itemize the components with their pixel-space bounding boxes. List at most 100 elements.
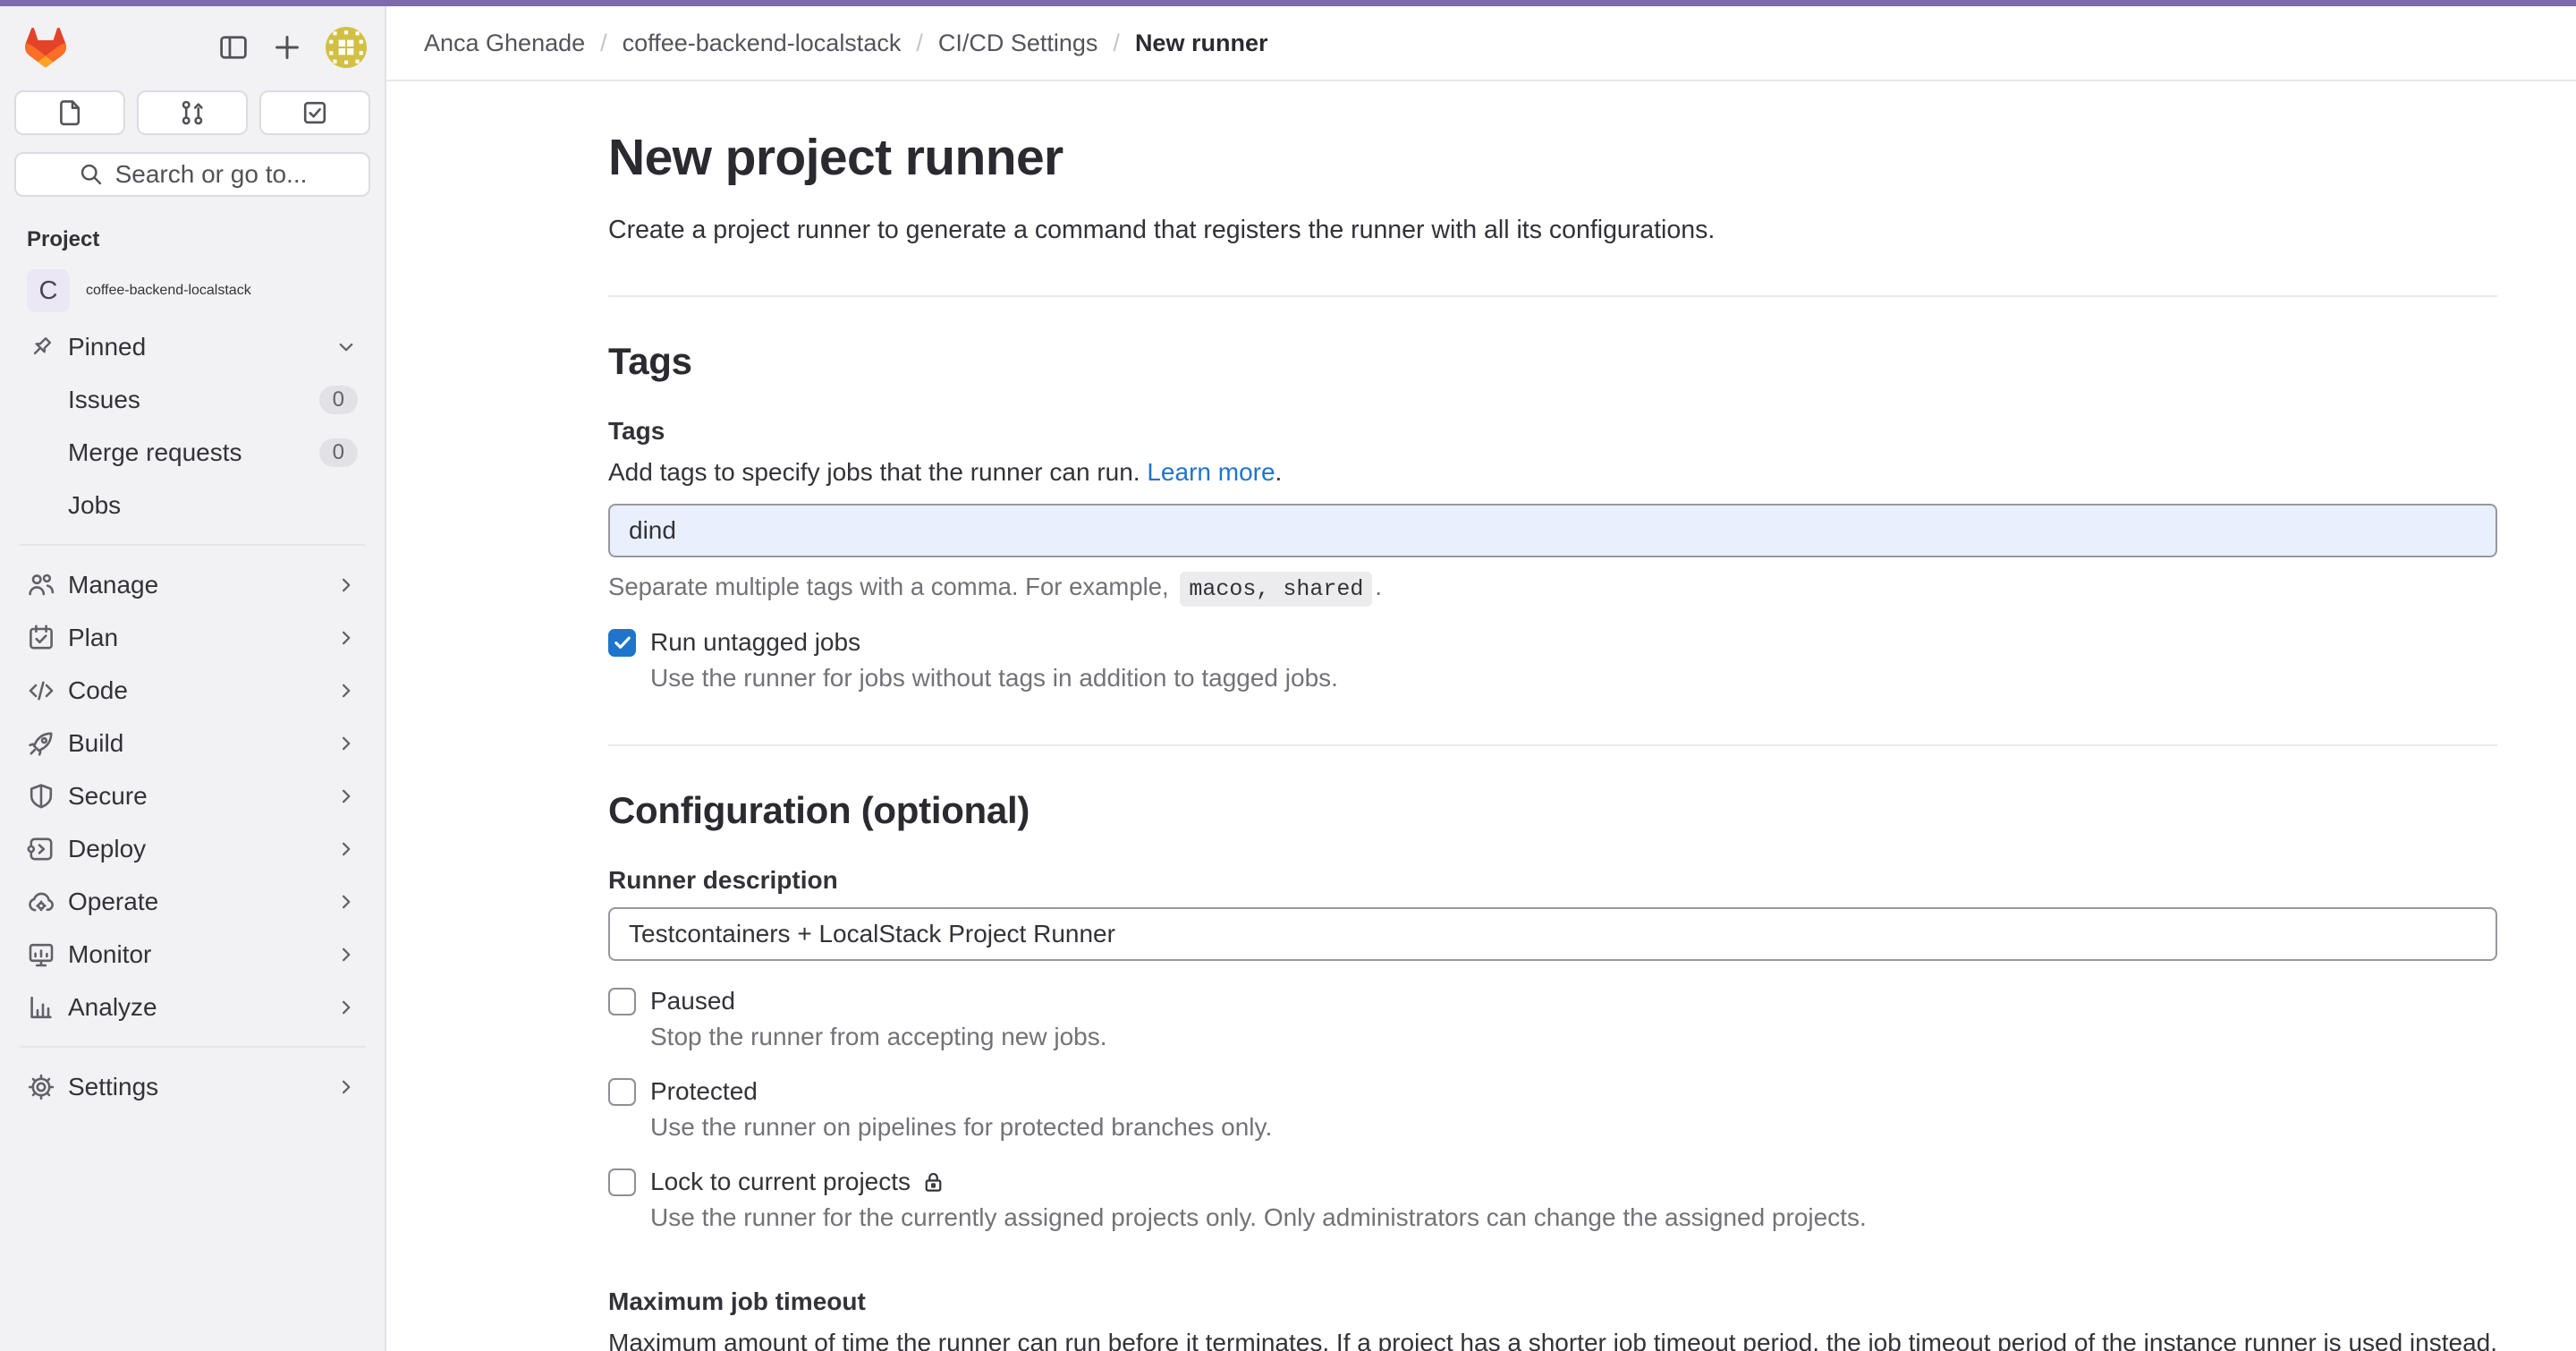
lock-icon: [921, 1170, 945, 1194]
tags-hint-suffix: .: [1375, 573, 1382, 600]
create-new-button[interactable]: [272, 32, 302, 63]
protected-description: Use the runner on pipelines for protecte…: [650, 1113, 2497, 1142]
tags-help-prefix: Add tags to specify jobs that the runner…: [608, 458, 1147, 486]
chevron-down-icon: [335, 336, 358, 359]
issues-label: Issues: [68, 386, 140, 414]
tags-section-heading: Tags: [608, 340, 2497, 383]
analyze-label: Analyze: [68, 993, 157, 1022]
search-icon: [78, 161, 105, 188]
sidebar-header: [14, 6, 370, 83]
search-placeholder: Search or go to...: [115, 160, 308, 189]
learn-more-link[interactable]: Learn more: [1147, 458, 1275, 486]
timeout-field-group: Maximum job timeout Maximum amount of ti…: [608, 1287, 2497, 1351]
jobs-label: Jobs: [68, 491, 121, 520]
issues-count-badge: 0: [319, 386, 358, 414]
cloud-gear-icon: [27, 888, 55, 916]
pin-icon: [27, 333, 55, 361]
sidebar-divider: [20, 1046, 365, 1048]
sidebar-item-deploy[interactable]: Deploy: [14, 822, 370, 875]
sidebar-item-secure[interactable]: Secure: [14, 769, 370, 822]
issues-shortcut-button[interactable]: [14, 90, 125, 135]
breadcrumb: Anca Ghenade / coffee-backend-localstack…: [386, 6, 2576, 81]
monitor-icon: [27, 940, 55, 969]
page-content: New project runner Create a project runn…: [386, 81, 2576, 1351]
sidebar-item-build[interactable]: Build: [14, 717, 370, 769]
manage-label: Manage: [68, 571, 158, 599]
lock-projects-description: Use the runner for the currently assigne…: [650, 1203, 2497, 1232]
protected-label[interactable]: Protected: [650, 1077, 758, 1106]
sidebar-item-analyze[interactable]: Analyze: [14, 981, 370, 1033]
chevron-right-icon: [335, 943, 358, 966]
operate-label: Operate: [68, 888, 158, 916]
tags-help-suffix: .: [1275, 458, 1283, 486]
chevron-right-icon: [335, 1075, 358, 1099]
code-label: Code: [68, 676, 128, 705]
browser-accent-bar: [0, 0, 2576, 6]
app-shell: Search or go to... Project C coffee-back…: [0, 6, 2576, 1351]
search-input[interactable]: Search or go to...: [14, 152, 370, 197]
lock-projects-label[interactable]: Lock to current projects: [650, 1168, 945, 1196]
deploy-icon: [27, 835, 55, 863]
breadcrumb-user[interactable]: Anca Ghenade: [424, 30, 585, 57]
section-divider: [608, 744, 2497, 746]
tags-hint: Separate multiple tags with a comma. For…: [608, 573, 2497, 602]
paused-description: Stop the runner from accepting new jobs.: [650, 1023, 2497, 1051]
run-untagged-description: Use the runner for jobs without tags in …: [650, 664, 2497, 692]
gear-icon: [27, 1073, 55, 1101]
lock-projects-checkbox[interactable]: [608, 1168, 636, 1196]
run-untagged-label[interactable]: Run untagged jobs: [650, 628, 860, 657]
tags-field-label: Tags: [608, 417, 2497, 446]
sidebar-item-pinned[interactable]: Pinned: [14, 320, 370, 373]
breadcrumb-separator: /: [600, 30, 607, 57]
chevron-right-icon: [335, 785, 358, 808]
sidebar-project-item[interactable]: C coffee-backend-localstack: [14, 261, 370, 320]
deploy-label: Deploy: [68, 835, 146, 863]
breadcrumb-separator: /: [916, 30, 923, 57]
sidebar-collapse-button[interactable]: [218, 32, 249, 63]
merge-requests-shortcut-button[interactable]: [137, 90, 248, 135]
rocket-icon: [27, 729, 55, 758]
breadcrumb-project[interactable]: coffee-backend-localstack: [623, 30, 902, 57]
sidebar-item-merge-requests[interactable]: Merge requests 0: [14, 426, 370, 479]
sidebar-item-issues[interactable]: Issues 0: [14, 373, 370, 426]
todos-shortcut-button[interactable]: [259, 90, 370, 135]
sidebar-item-monitor[interactable]: Monitor: [14, 928, 370, 981]
breadcrumb-cicd-settings[interactable]: CI/CD Settings: [938, 30, 1098, 57]
paused-label[interactable]: Paused: [650, 987, 735, 1015]
sidebar-item-code[interactable]: Code: [14, 664, 370, 717]
breadcrumb-new-runner: New runner: [1135, 30, 1268, 57]
runner-description-input[interactable]: [608, 907, 2497, 961]
tags-example-code: macos, shared: [1180, 572, 1372, 607]
secure-label: Secure: [68, 782, 148, 811]
lock-projects-row: Lock to current projects: [608, 1168, 2497, 1196]
timeout-description: Maximum amount of time the runner can ru…: [608, 1329, 2497, 1351]
run-untagged-checkbox[interactable]: [608, 629, 636, 657]
sidebar-item-operate[interactable]: Operate: [14, 875, 370, 928]
chevron-right-icon: [335, 890, 358, 913]
sidebar-item-settings[interactable]: Settings: [14, 1060, 370, 1113]
protected-checkbox[interactable]: [608, 1078, 636, 1106]
paused-checkbox[interactable]: [608, 988, 636, 1015]
chevron-right-icon: [335, 626, 358, 650]
sidebar-section-label: Project: [14, 227, 370, 252]
configuration-section-heading: Configuration (optional): [608, 789, 2497, 832]
sidebar-divider: [20, 544, 365, 546]
timeout-label: Maximum job timeout: [608, 1287, 2497, 1316]
gitlab-logo-icon[interactable]: [25, 27, 66, 68]
sidebar: Search or go to... Project C coffee-back…: [0, 6, 386, 1351]
merge-requests-count-badge: 0: [319, 438, 358, 467]
sidebar-item-plan[interactable]: Plan: [14, 611, 370, 664]
chevron-right-icon: [335, 996, 358, 1019]
tags-input[interactable]: [608, 504, 2497, 557]
lock-projects-label-text: Lock to current projects: [650, 1168, 911, 1196]
user-avatar[interactable]: [326, 27, 367, 68]
page-title: New project runner: [608, 128, 2497, 187]
section-divider: [608, 295, 2497, 297]
settings-label: Settings: [68, 1073, 158, 1101]
project-avatar: C: [27, 269, 70, 312]
shield-icon: [27, 782, 55, 811]
sidebar-item-jobs[interactable]: Jobs: [14, 479, 370, 531]
sidebar-shortcuts: [14, 90, 370, 135]
chevron-right-icon: [335, 732, 358, 755]
sidebar-item-manage[interactable]: Manage: [14, 558, 370, 611]
